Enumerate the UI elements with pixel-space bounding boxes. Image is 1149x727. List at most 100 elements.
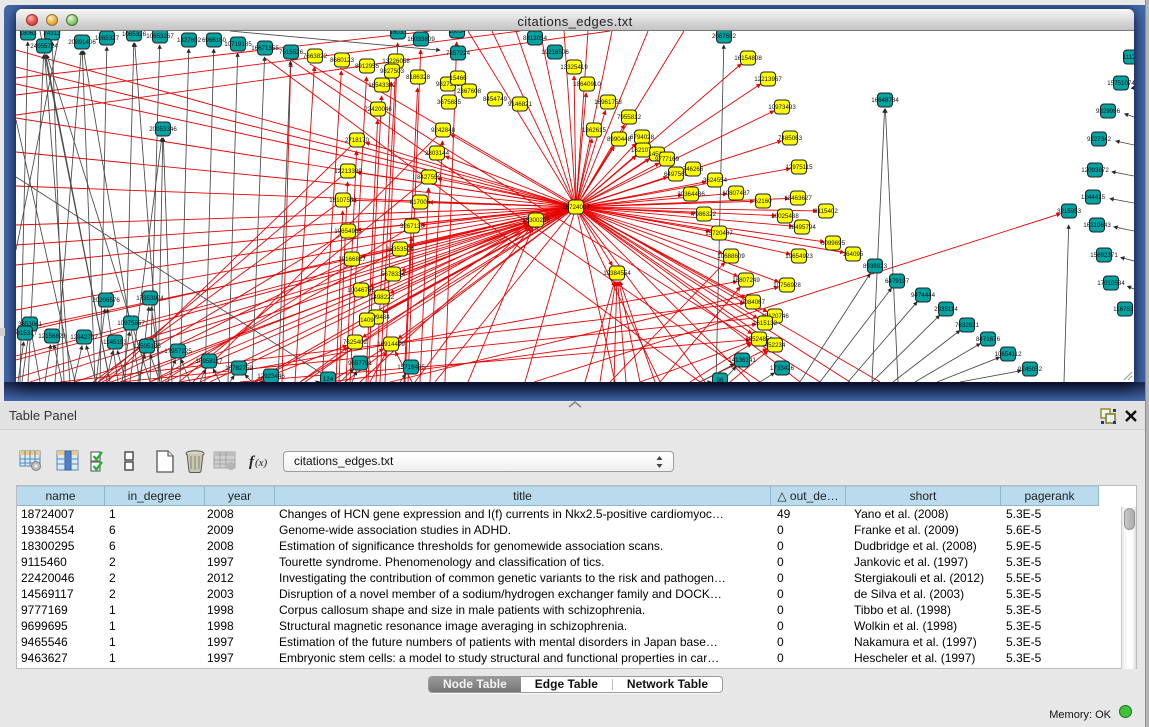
svg-text:9227342: 9227342 <box>1087 136 1112 143</box>
svg-text:10958117: 10958117 <box>195 358 223 365</box>
svg-text:6099695: 6099695 <box>821 240 846 247</box>
svg-text:7357224: 7357224 <box>446 50 471 57</box>
svg-text:1065326: 1065326 <box>122 31 147 38</box>
svg-text:13463627: 13463627 <box>784 195 812 202</box>
svg-text:6794028: 6794028 <box>630 134 655 141</box>
svg-text:12505135: 12505135 <box>133 343 161 350</box>
svg-text:16033809: 16033809 <box>407 36 435 43</box>
svg-text:1733426: 1733426 <box>770 365 795 372</box>
svg-text:1362615: 1362615 <box>582 127 607 134</box>
svg-text:10782759: 10782759 <box>225 365 253 372</box>
svg-text:14136141: 14136141 <box>728 357 756 364</box>
svg-text:1167533: 1167533 <box>1113 306 1134 313</box>
svg-text:9657791: 9657791 <box>348 360 373 367</box>
svg-text:7663822: 7663822 <box>303 53 328 60</box>
svg-text:13325419: 13325419 <box>560 64 588 71</box>
svg-text:7632621: 7632621 <box>955 322 980 329</box>
svg-text:17353924: 17353924 <box>136 295 164 302</box>
svg-text:6479197: 6479197 <box>885 278 910 285</box>
svg-text:3215953: 3215953 <box>1057 208 1082 215</box>
svg-text:1145193: 1145193 <box>103 339 127 346</box>
svg-text:12213967: 12213967 <box>754 76 782 83</box>
svg-text:9146821: 9146821 <box>508 101 533 108</box>
svg-text:8813054: 8813054 <box>523 35 548 42</box>
svg-text:15692371: 15692371 <box>1090 252 1118 259</box>
svg-text:9777169: 9777169 <box>655 156 680 163</box>
svg-text:164095: 164095 <box>843 251 864 258</box>
svg-text:8471676: 8471676 <box>976 336 1001 343</box>
svg-text:10756928: 10756928 <box>773 282 801 289</box>
svg-text:7955812: 7955812 <box>617 114 642 121</box>
svg-text:9245052: 9245052 <box>1018 366 1043 373</box>
svg-text:16914479: 16914479 <box>377 341 405 348</box>
svg-text:19384554: 19384554 <box>603 270 631 277</box>
svg-text:1498222: 1498222 <box>370 294 395 301</box>
svg-text:16671355: 16671355 <box>251 45 279 52</box>
svg-text:9329966: 9329966 <box>1096 108 1121 115</box>
svg-text:12213389: 12213389 <box>334 168 362 175</box>
svg-text:17010534: 17010534 <box>1097 280 1125 287</box>
svg-text:124: 124 <box>323 376 334 382</box>
svg-text:96: 96 <box>717 377 724 382</box>
svg-text:3115402: 3115402 <box>814 208 838 215</box>
svg-text:17957225: 17957225 <box>164 348 192 355</box>
svg-text:9242848: 9242848 <box>431 127 456 134</box>
svg-text:10975857: 10975857 <box>117 320 145 327</box>
svg-text:18495794: 18495794 <box>788 224 816 231</box>
svg-text:16033: 16033 <box>389 31 407 36</box>
svg-text:10025438: 10025438 <box>771 213 799 220</box>
svg-text:9474444: 9474444 <box>911 292 936 299</box>
svg-text:20206576: 20206576 <box>92 297 120 304</box>
svg-text:16210643: 16210643 <box>1083 222 1111 229</box>
svg-text:15720407: 15720407 <box>705 230 733 237</box>
svg-text:18063: 18063 <box>19 31 37 37</box>
svg-text:2935114: 2935114 <box>934 306 958 313</box>
svg-text:16648784: 16648784 <box>871 97 899 104</box>
svg-text:22420046: 22420046 <box>364 106 392 113</box>
svg-text:10653267: 10653267 <box>146 33 174 40</box>
svg-text:10719185: 10719185 <box>224 41 252 48</box>
svg-text:3915317: 3915317 <box>16 330 38 337</box>
svg-text:8186328: 8186328 <box>406 74 431 81</box>
svg-text:8454749: 8454749 <box>483 96 508 103</box>
svg-text:12923446: 12923446 <box>257 373 285 380</box>
svg-text:20364436: 20364436 <box>677 191 705 198</box>
svg-text:19654963: 19654963 <box>334 228 362 235</box>
svg-text:8912955: 8912955 <box>355 63 380 70</box>
svg-text:5678334: 5678334 <box>381 271 406 278</box>
svg-text:10046766: 10046766 <box>347 287 375 294</box>
svg-text:18724007: 18724007 <box>562 204 590 211</box>
svg-text:20891406: 20891406 <box>68 39 96 46</box>
svg-text:1327602: 1327602 <box>177 37 202 44</box>
svg-text:1615132: 1615132 <box>753 320 778 327</box>
svg-text:10973493: 10973493 <box>768 104 796 111</box>
svg-text:18640910: 18640910 <box>573 81 601 88</box>
svg-text:9827503: 9827503 <box>380 68 405 75</box>
svg-text:2718170: 2718170 <box>345 137 370 144</box>
svg-text:6966160: 6966160 <box>202 37 227 44</box>
svg-text:10688609: 10688609 <box>717 253 745 260</box>
svg-text:18807249: 18807249 <box>732 277 760 284</box>
svg-text:7515526: 7515526 <box>279 49 304 56</box>
svg-text:7625402: 7625402 <box>343 339 368 346</box>
svg-text:9084067: 9084067 <box>741 299 766 306</box>
svg-text:7986322: 7986322 <box>692 211 717 218</box>
svg-text:1409: 1409 <box>360 317 374 324</box>
svg-text:24313: 24313 <box>43 31 61 37</box>
svg-text:16107553: 16107553 <box>329 197 357 204</box>
svg-text:10654112: 10654112 <box>994 351 1022 358</box>
svg-text:8990448: 8990448 <box>607 136 632 143</box>
svg-text:746266: 746266 <box>683 166 704 173</box>
svg-text:1244415: 1244415 <box>1081 194 1106 201</box>
svg-text:8938923: 8938923 <box>863 263 888 270</box>
svg-text:24055724: 24055724 <box>30 43 58 50</box>
svg-text:15716485: 15716485 <box>397 364 425 371</box>
svg-text:2367608: 2367608 <box>457 88 482 95</box>
svg-text:16543382: 16543382 <box>368 82 396 89</box>
svg-text:(x): (x) <box>255 457 268 469</box>
svg-text:19166827: 19166827 <box>338 256 366 263</box>
svg-text:12942737: 12942737 <box>70 334 98 341</box>
svg-text:15466: 15466 <box>449 75 467 82</box>
svg-text:8427552: 8427552 <box>417 174 442 181</box>
svg-text:2087682: 2087682 <box>712 33 737 40</box>
